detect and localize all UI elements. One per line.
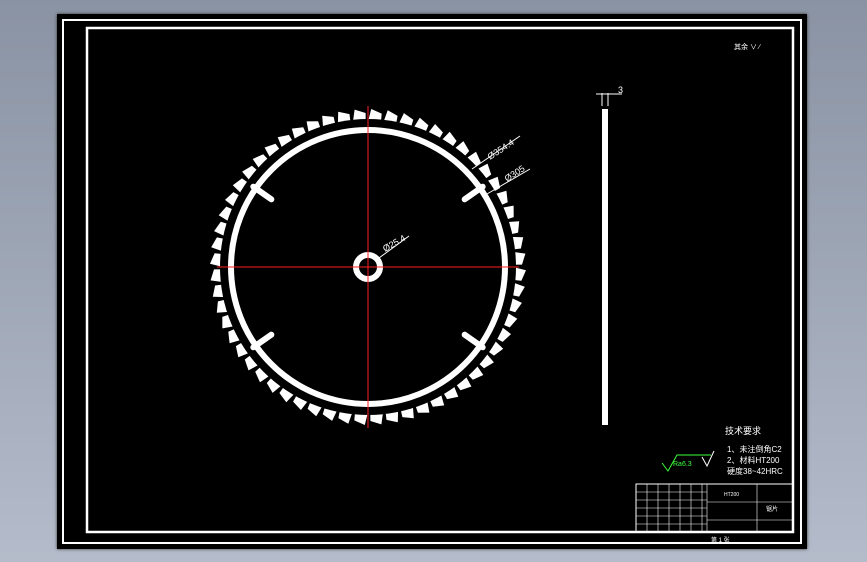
title-block-material: HT200	[724, 492, 739, 498]
side-view-profile	[602, 109, 608, 425]
tech-req-item-2: 2、材料HT200	[727, 455, 780, 465]
title-block: HT200 锯片 第 1 张	[635, 483, 794, 544]
thickness-dim: 3	[618, 85, 623, 95]
saw-blade-view: Ø354.4 Ø305 Ø25.4	[210, 106, 531, 428]
tech-req-item-1: 1、未注倒角C2	[727, 444, 782, 454]
tech-req-item-3: 硬度38~42HRC	[727, 466, 783, 476]
side-view: 3	[596, 85, 623, 425]
cad-drawing: 其余 ∨ ∕ Ø354.4 Ø305 Ø25.4 3 技术要求 1、未注倒角C2…	[62, 19, 802, 544]
roughness-value: Ra6.3	[673, 461, 692, 468]
outer-diameter-dim: Ø354.4	[486, 137, 516, 161]
roughness-other-icon	[701, 450, 715, 468]
drawing-sheet: 其余 ∨ ∕ Ø354.4 Ø305 Ø25.4 3 技术要求 1、未注倒角C2…	[57, 14, 807, 549]
corner-roughness-note: 其余 ∨ ∕	[734, 42, 762, 51]
tech-req-title: 技术要求	[725, 425, 761, 436]
general-roughness-symbol: Ra6.3	[661, 450, 715, 472]
technical-requirements: 技术要求 1、未注倒角C2 2、材料HT200 硬度38~42HRC	[725, 425, 783, 476]
title-block-sheet: 第 1 张	[711, 536, 730, 544]
inner-ring-dim: Ø305	[503, 163, 527, 183]
title-block-part-name: 锯片	[766, 505, 778, 513]
